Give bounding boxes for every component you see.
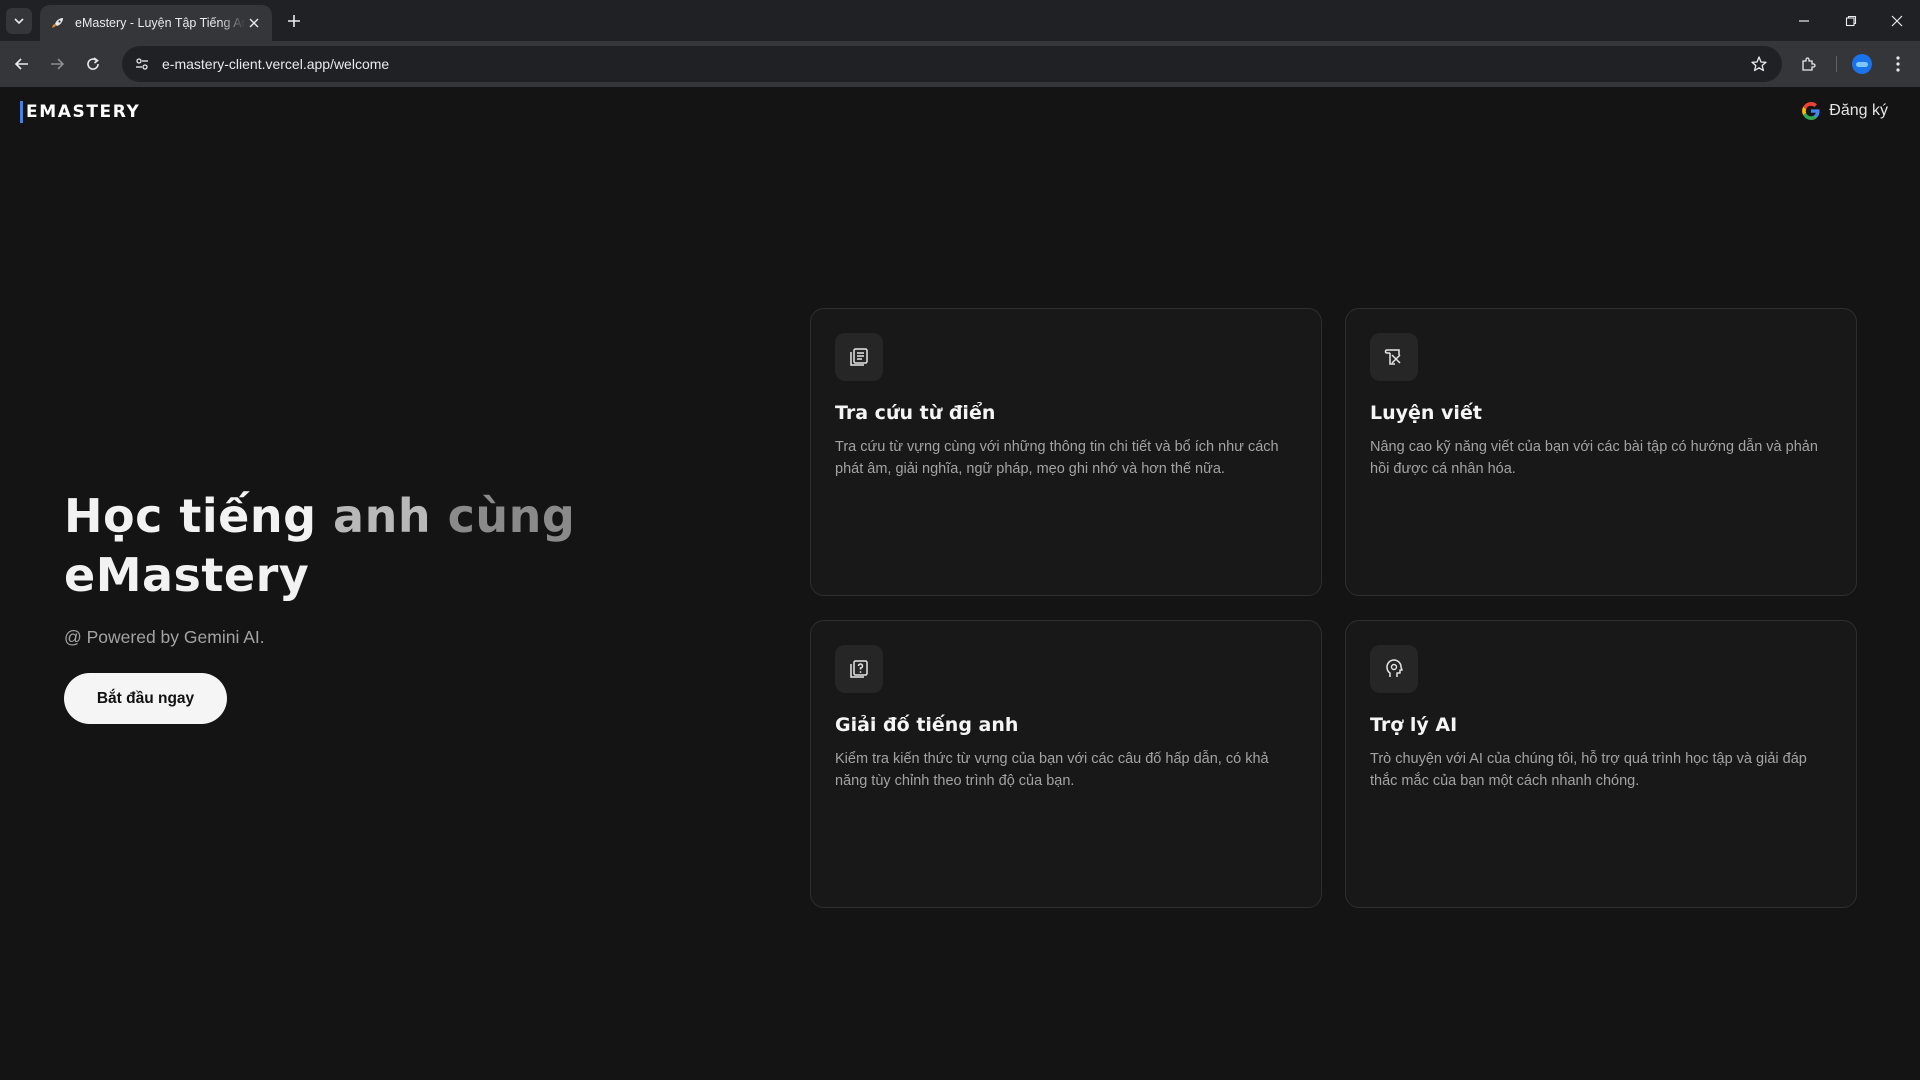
chevron-down-icon — [14, 18, 24, 25]
site-logo[interactable]: EMASTERY — [20, 101, 140, 123]
restore-button[interactable] — [1838, 8, 1864, 34]
close-window-button[interactable] — [1884, 8, 1910, 34]
back-button[interactable] — [8, 50, 36, 78]
quiz-icon — [835, 645, 883, 693]
feature-description: Kiểm tra kiến thức từ vựng của bạn với c… — [835, 751, 1269, 789]
restore-icon — [1845, 15, 1857, 27]
signup-label: Đăng ký — [1829, 102, 1888, 119]
browser-toolbar: e-mastery-client.vercel.app/welcome — [0, 41, 1920, 87]
signup-button[interactable]: Đăng ký — [1801, 101, 1888, 121]
reload-icon — [87, 57, 99, 70]
page-content: EMASTERY Đăng ký Học tiếng anh cùng eMas… — [0, 87, 1920, 1080]
hero-title: Học tiếng anh cùng eMastery — [64, 487, 624, 605]
feature-card-writing[interactable]: Luyện viết Nâng cao kỹ năng viết của bạn… — [1345, 308, 1857, 596]
extensions-button[interactable] — [1795, 50, 1823, 78]
rocket-icon — [50, 15, 66, 31]
feature-title: Tra cứu từ điển — [835, 402, 996, 424]
feature-description: Trò chuyện với AI của chúng tôi, hỗ trợ … — [1370, 751, 1807, 789]
hero-title-part1: Học tiếng — [64, 489, 334, 543]
feature-card-ai-assistant[interactable]: Trợ lý AI Trò chuyện với AI của chúng tô… — [1345, 620, 1857, 908]
minimize-icon — [1799, 20, 1809, 22]
logo-accent-bar — [20, 101, 23, 123]
address-bar[interactable]: e-mastery-client.vercel.app/welcome — [122, 46, 1782, 82]
feature-title: Trợ lý AI — [1370, 714, 1458, 736]
powered-by-text: @ Powered by Gemini AI. — [64, 627, 265, 647]
browser-tab-active[interactable]: eMastery - Luyện Tập Tiếng Anh — [40, 5, 272, 41]
hero-section: Học tiếng anh cùng eMastery @ Powered by… — [64, 487, 624, 724]
feature-title: Giải đố tiếng anh — [835, 714, 1019, 736]
logo-text: EMASTERY — [26, 102, 141, 122]
new-tab-button[interactable] — [282, 9, 306, 33]
tab-title: eMastery - Luyện Tập Tiếng Anh — [75, 16, 245, 30]
google-icon — [1802, 102, 1820, 120]
reload-button[interactable] — [79, 50, 107, 78]
hero-title-line2: eMastery — [64, 548, 310, 602]
minimize-button[interactable] — [1791, 8, 1817, 34]
browser-tabbar: eMastery - Luyện Tập Tiếng Anh — [0, 0, 1920, 41]
feature-description: Tra cứu từ vựng cùng với những thông tin… — [835, 439, 1279, 477]
ai-assistant-icon — [1370, 645, 1418, 693]
feature-card-dictionary[interactable]: Tra cứu từ điển Tra cứu từ vựng cùng với… — [810, 308, 1322, 596]
feature-description: Nâng cao kỹ năng viết của bạn với các bà… — [1370, 439, 1818, 477]
get-started-button[interactable]: Bắt đầu ngay — [64, 673, 227, 724]
feature-title: Luyện viết — [1370, 402, 1482, 424]
url-text: e-mastery-client.vercel.app/welcome — [162, 56, 390, 72]
writing-icon — [1370, 333, 1418, 381]
tab-search-button[interactable] — [6, 8, 32, 34]
hero-title-part3: cùng — [447, 489, 576, 543]
profile-button[interactable] — [1848, 50, 1876, 78]
dictionary-icon — [835, 333, 883, 381]
feature-card-quiz[interactable]: Giải đố tiếng anh Kiểm tra kiến thức từ … — [810, 620, 1322, 908]
menu-button[interactable] — [1884, 50, 1912, 78]
close-icon — [1891, 15, 1903, 27]
puzzle-icon — [1802, 57, 1816, 71]
toolbar-divider — [1836, 56, 1837, 72]
arrow-right-icon — [51, 58, 65, 70]
kebab-menu-icon — [1896, 56, 1900, 72]
forward-button[interactable] — [43, 50, 71, 78]
avatar — [1852, 54, 1872, 74]
hero-title-part2: anh — [333, 489, 448, 543]
site-info-icon[interactable] — [128, 50, 156, 78]
close-tab-icon[interactable] — [246, 15, 262, 31]
plus-icon — [288, 15, 300, 27]
arrow-left-icon — [14, 58, 28, 70]
bookmark-star-icon[interactable] — [1750, 55, 1768, 73]
